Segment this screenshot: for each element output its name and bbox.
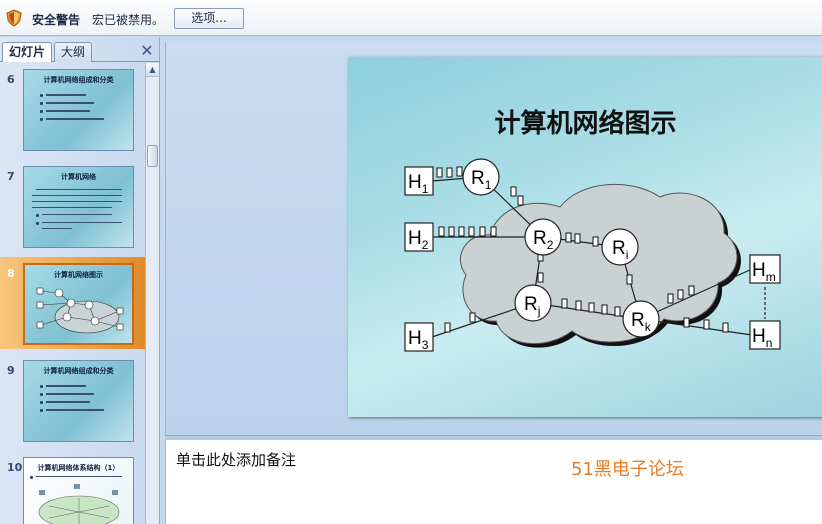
notes-pane[interactable]: 单击此处添加备注 51黑电子论坛 — [165, 440, 822, 524]
notes-placeholder[interactable]: 单击此处添加备注 — [176, 449, 296, 470]
slide-thumbnail[interactable]: 7 计算机网络 — [0, 160, 145, 252]
options-button[interactable]: 选项... — [174, 8, 244, 29]
slide-number: 8 — [7, 267, 15, 280]
slide-thumbnail-selected[interactable]: 8 计算机网络图示 — [0, 257, 145, 349]
close-pane-icon[interactable]: ✕ — [140, 43, 154, 59]
slide-number: 9 — [7, 364, 15, 377]
slide-preview: 计算机网络体系结构（1） — [23, 457, 134, 524]
network-diagram: H1 H2 H3 Hm Hn R1 R2 Ri Rj Rk — [404, 158, 781, 352]
network-topology-mini — [38, 484, 120, 524]
tab-outline[interactable]: 大纲 — [54, 42, 93, 62]
forum-watermark: 51黑电子论坛 — [571, 459, 684, 480]
shield-warning-icon — [6, 9, 22, 27]
security-warning-title: 安全警告 — [32, 13, 81, 27]
slide-thumbnail[interactable]: 9 计算机网络组成和分类 — [0, 354, 145, 446]
slide-thumbnail-list: 6 计算机网络组成和分类 7 计算机网络 8 计算机网络图示 9 计算机网络组成… — [0, 63, 145, 524]
scrollbar-thumb[interactable] — [147, 145, 158, 167]
network-diagram-mini — [36, 287, 124, 334]
thumbnail-scrollbar[interactable]: ▲ — [145, 63, 159, 524]
pane-tabs: 幻灯片 大纲 ✕ — [0, 40, 160, 62]
security-warning-bar: 安全警告 宏已被禁用。 选项... — [0, 0, 822, 36]
scroll-up-arrow-icon[interactable]: ▲ — [146, 63, 159, 77]
slides-outline-pane: 幻灯片 大纲 ✕ 6 计算机网络组成和分类 7 计算机网络 8 计算机网络图示 … — [0, 37, 160, 524]
slide-number: 6 — [7, 73, 15, 86]
slide-preview: 计算机网络图示 — [23, 263, 134, 345]
slide-preview: 计算机网络组成和分类 — [23, 69, 134, 151]
slide-editing-area: 计算机网络图示 H1 H2 H3 Hm Hn R1 R2 Ri Rj Rk — [165, 42, 822, 435]
slide-preview-title: 计算机网络 — [61, 173, 96, 181]
slide-thumbnail[interactable]: 10 计算机网络体系结构（1） — [0, 451, 145, 524]
slide-thumbnail[interactable]: 6 计算机网络组成和分类 — [0, 63, 145, 155]
slide-preview-title: 计算机网络组成和分类 — [43, 367, 114, 375]
macros-disabled-message: 宏已被禁用。 — [92, 13, 165, 27]
slide-number: 7 — [7, 170, 15, 183]
tab-slides[interactable]: 幻灯片 — [2, 42, 53, 62]
slide-preview: 计算机网络 — [23, 166, 134, 248]
slide-preview: 计算机网络组成和分类 — [23, 360, 134, 442]
slide-preview-title: 计算机网络体系结构（1） — [37, 464, 120, 472]
slide-preview-title: 计算机网络组成和分类 — [43, 76, 114, 84]
current-slide[interactable]: 计算机网络图示 H1 H2 H3 Hm Hn R1 R2 Ri Rj Rk — [348, 57, 822, 417]
slide-number: 10 — [7, 461, 23, 474]
